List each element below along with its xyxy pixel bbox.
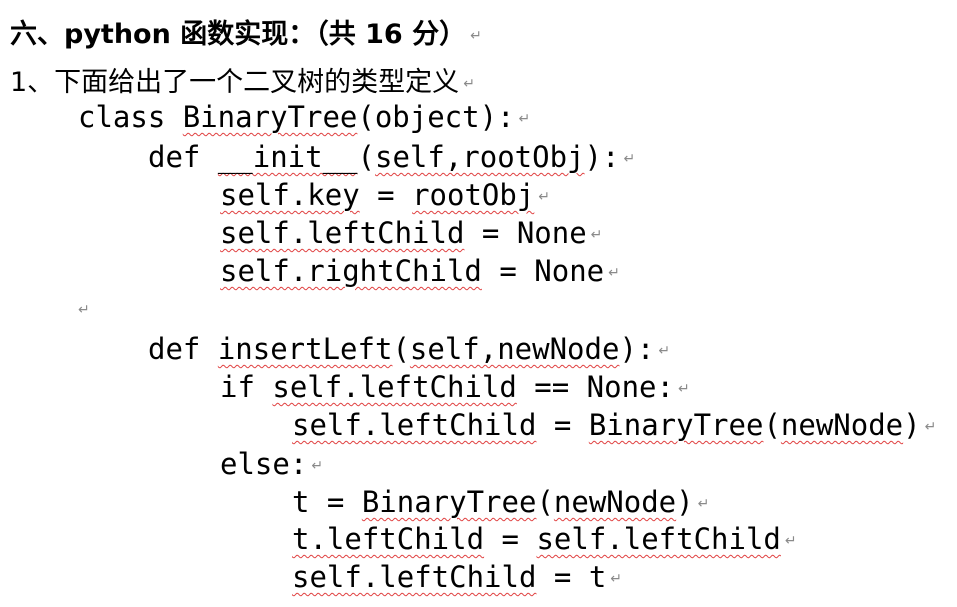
code-token: =	[484, 522, 537, 556]
paragraph-mark-icon: ↵	[658, 343, 671, 359]
code-token: class	[78, 100, 183, 134]
code-line: self.leftChild = t ↵	[292, 560, 622, 596]
code-token-spellcheck: t.leftChild	[292, 522, 485, 556]
code-line: t.leftChild = self.leftChild ↵	[292, 522, 797, 558]
code-token-spellcheck: newNode	[780, 408, 904, 442]
paragraph-mark-icon: ↵	[311, 458, 324, 474]
code-token: =	[536, 408, 589, 442]
paragraph-mark-icon: ↵	[677, 381, 690, 397]
code-token: (	[392, 332, 410, 366]
code-token: if	[220, 370, 273, 404]
code-line: t = BinaryTree(newNode) ↵	[292, 485, 709, 521]
code-token-spellcheck: BinaryTree	[361, 485, 537, 519]
code-token-spellcheck: BinaryTree	[588, 408, 764, 442]
code-line: self.rightChild = None ↵	[220, 254, 620, 290]
paragraph-mark-icon: ↵	[590, 227, 603, 243]
paragraph-mark-icon: ↵	[463, 75, 475, 92]
code-token-spellcheck: self,newNode	[409, 332, 620, 366]
code-token: else:	[220, 447, 308, 481]
code-line: if self.leftChild == None: ↵	[220, 370, 690, 406]
code-token: (object):	[357, 100, 515, 134]
paragraph-mark-icon: ↵	[608, 265, 620, 281]
question-text-content: 1、下面给出了一个二叉树的类型定义	[10, 67, 460, 98]
code-token-spellcheck: __init__	[217, 140, 358, 174]
section-heading-text: 六、python 函数实现：（共 16 分）	[10, 19, 467, 50]
code-token-spellcheck: self.leftChild	[220, 216, 465, 250]
section-heading: 六、python 函数实现：（共 16 分） ↵	[10, 12, 482, 51]
paragraph-mark-icon: ↵	[538, 189, 551, 205]
code-token: (	[763, 408, 781, 442]
code-line: else: ↵	[220, 447, 323, 483]
code-token: = t	[536, 560, 607, 594]
code-token-spellcheck: BinaryTree	[182, 100, 358, 134]
code-token-spellcheck: self.leftChild	[272, 370, 517, 404]
code-token-spellcheck: self.leftChild	[536, 522, 781, 556]
code-token: ):	[584, 140, 620, 174]
paragraph-mark-icon: ↵	[924, 419, 937, 435]
code-line: def insertLeft(self,newNode): ↵	[148, 332, 670, 368]
code-line: def __init__(self,rootObj): ↵	[148, 140, 635, 176]
code-token-spellcheck: self.leftChild	[292, 408, 537, 442]
paragraph-mark-icon: ↵	[697, 496, 710, 512]
code-token-spellcheck: newNode	[553, 485, 677, 519]
code-line: self.leftChild = None ↵	[220, 216, 602, 252]
code-token-spellcheck: self.key	[220, 178, 360, 212]
code-token-spellcheck: self,rootObj	[375, 140, 585, 174]
paragraph-mark-icon: ↵	[784, 533, 797, 549]
paragraph-mark-icon: ↵	[78, 302, 90, 318]
question-text: 1、下面给出了一个二叉树的类型定义 ↵	[10, 60, 475, 99]
code-line: self.key = rootObj ↵	[220, 178, 550, 214]
code-token: ):	[619, 332, 655, 366]
paragraph-mark-icon: ↵	[470, 27, 482, 44]
code-token: def	[148, 140, 218, 174]
code-token: t =	[292, 485, 362, 519]
code-token: = None	[481, 254, 605, 288]
code-token-spellcheck: rootObj	[412, 178, 535, 212]
code-token: (	[536, 485, 554, 519]
code-line: self.leftChild = BinaryTree(newNode) ↵	[292, 408, 936, 444]
code-token: = None	[464, 216, 587, 250]
code-token: == None:	[516, 370, 674, 404]
code-token-spellcheck: insertLeft	[217, 332, 393, 366]
document-page: 六、python 函数实现：（共 16 分） ↵ 1、下面给出了一个二叉树的类型定…	[0, 0, 957, 607]
paragraph-mark-icon: ↵	[623, 151, 636, 167]
code-token: (	[357, 140, 375, 174]
paragraph-mark-icon: ↵	[518, 111, 531, 127]
code-token: )	[676, 485, 694, 519]
code-token-spellcheck: self.leftChild	[292, 560, 537, 594]
paragraph-mark-icon: ↵	[610, 571, 623, 587]
code-token-spellcheck: self.rightChild	[220, 254, 482, 288]
code-token: )	[903, 408, 921, 442]
code-token: def	[148, 332, 218, 366]
code-token: =	[359, 178, 413, 212]
code-line: class BinaryTree(object): ↵	[78, 100, 530, 136]
